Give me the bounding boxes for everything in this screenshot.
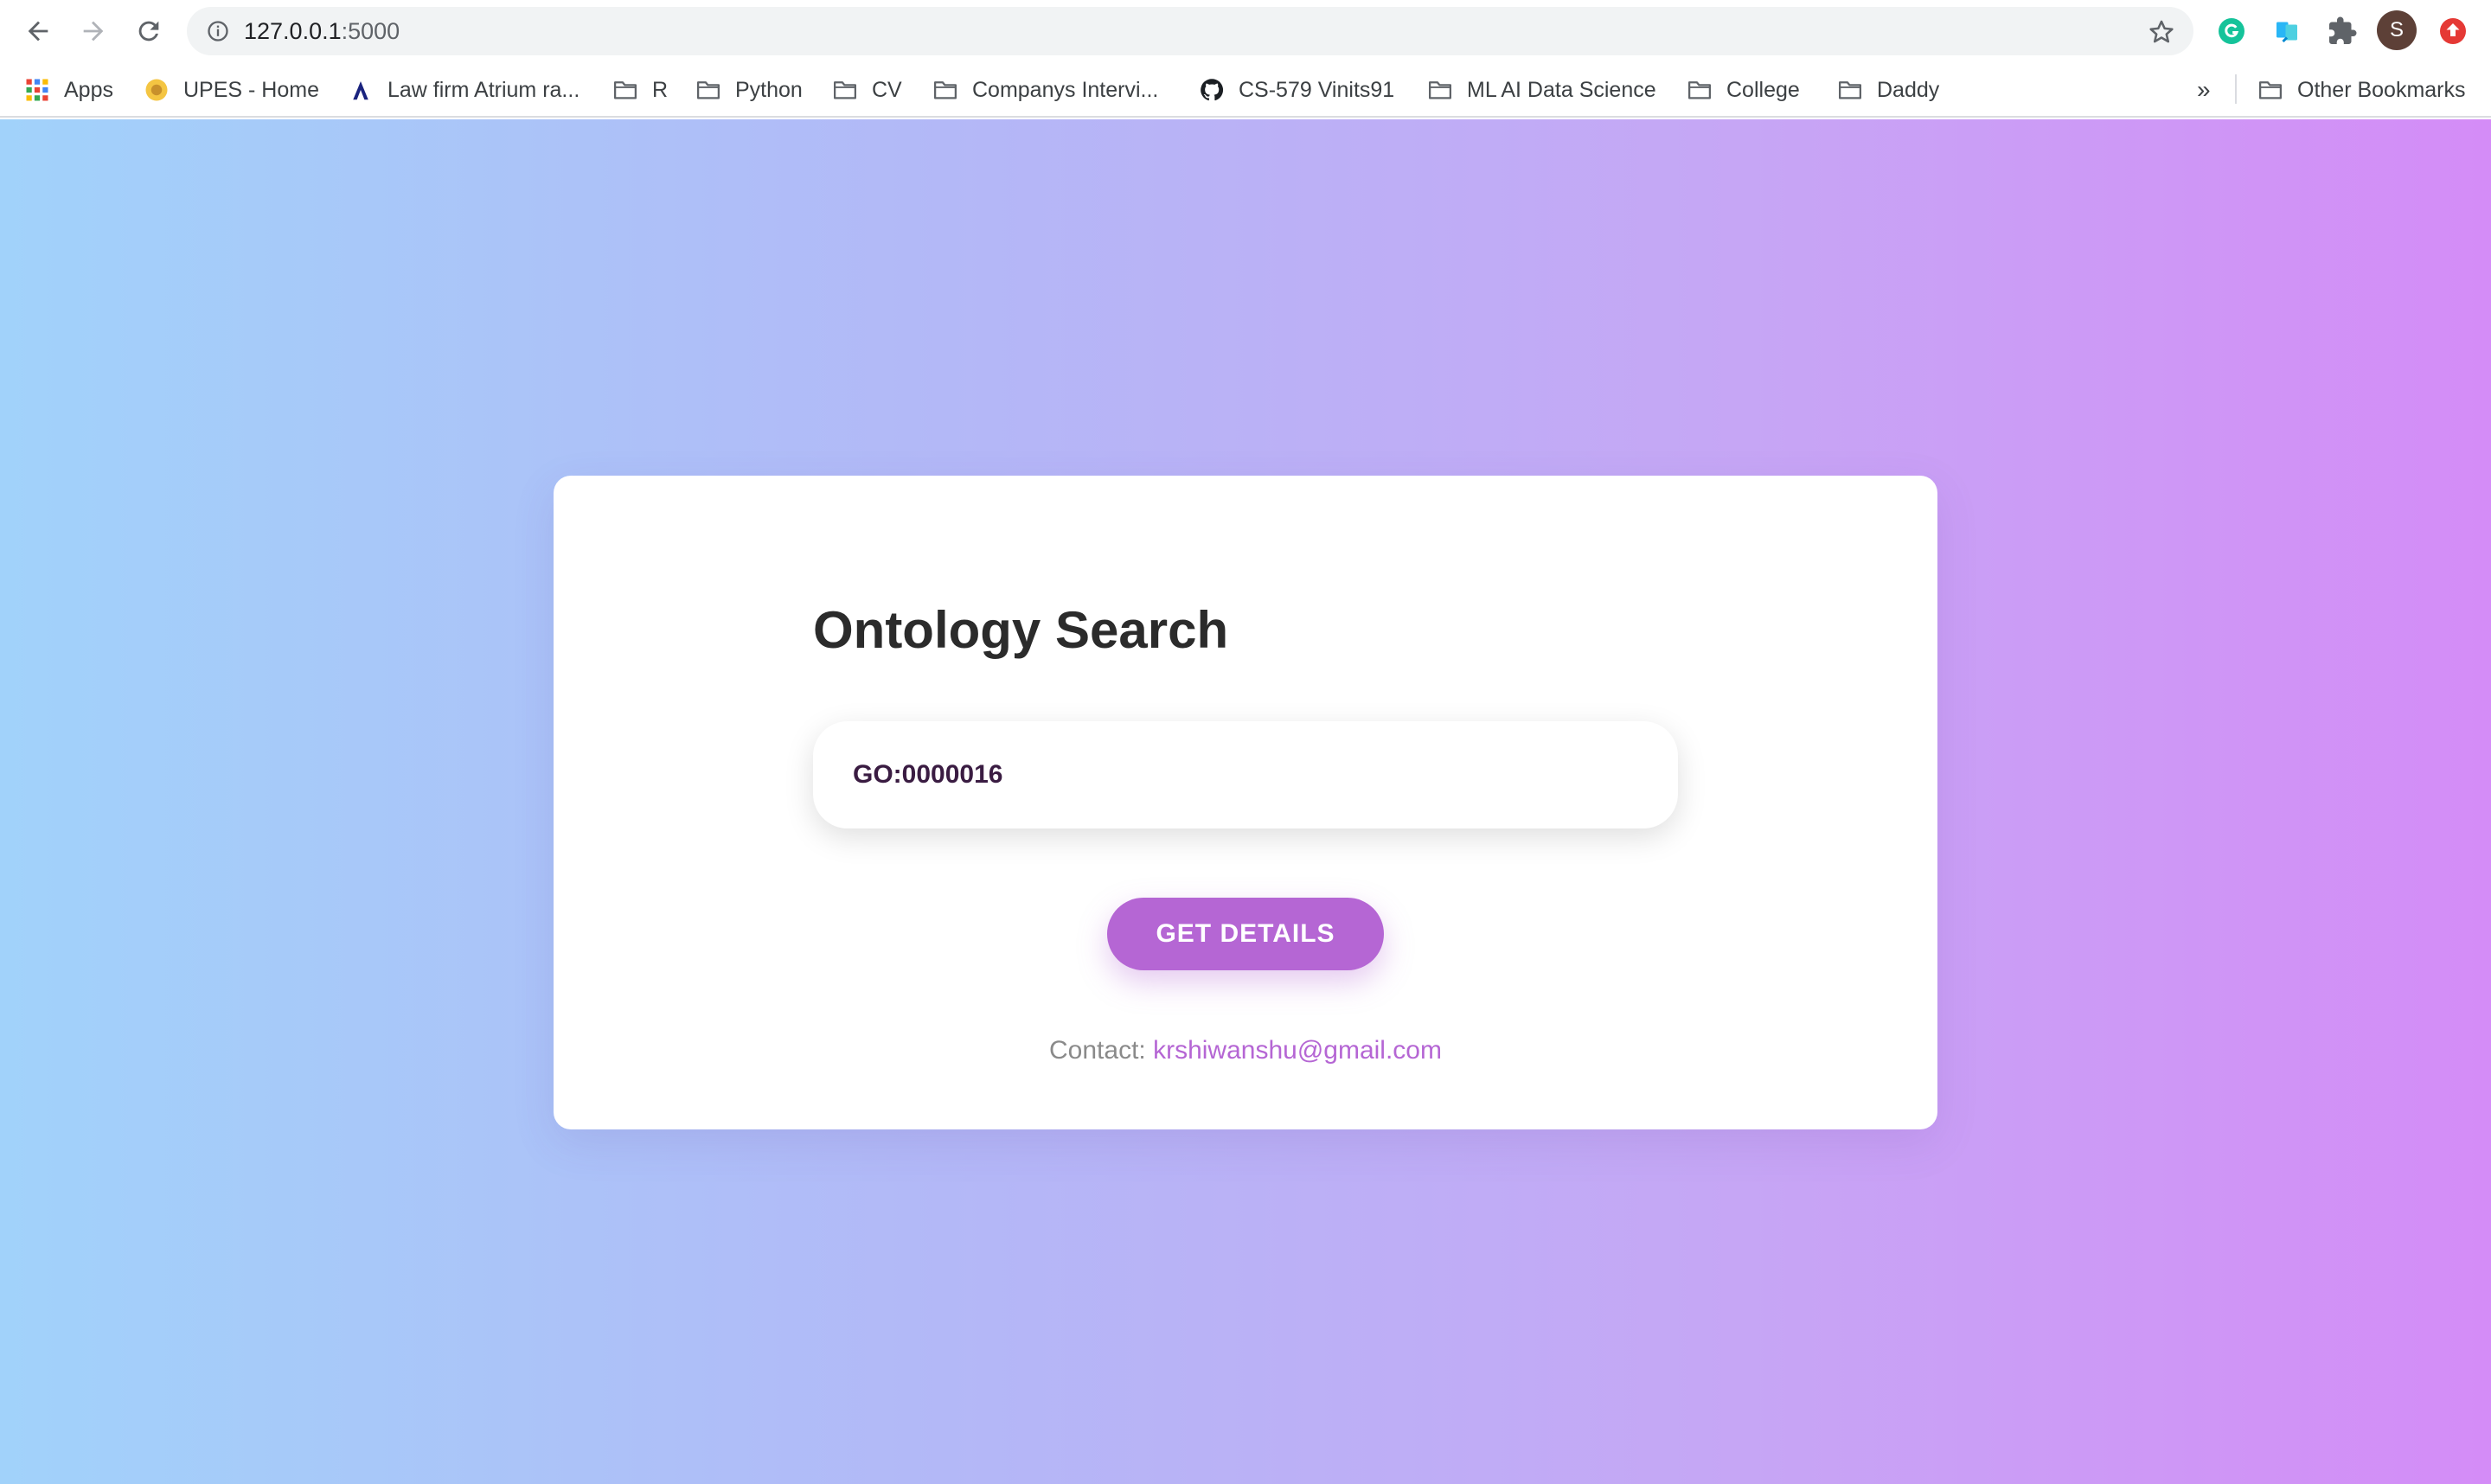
folder-icon <box>1837 77 1863 103</box>
contact-line: Contact: krshiwanshu@gmail.com <box>554 1036 1937 1065</box>
bookmark-star-icon[interactable] <box>2147 17 2176 47</box>
search-field-container <box>813 721 1678 828</box>
bookmark-folder-r[interactable]: R <box>612 62 668 118</box>
bookmark-folder-cv[interactable]: CV <box>832 62 902 118</box>
translate-extension-button[interactable] <box>2268 12 2306 50</box>
puzzle-piece-icon <box>2329 16 2357 44</box>
bookmark-label: Python <box>735 77 803 102</box>
more-bookmarks-chevron[interactable]: » <box>2197 62 2211 118</box>
get-details-button[interactable]: GET DETAILS <box>1107 898 1384 970</box>
bookmark-label: CS-579 Vinits91 <box>1239 77 1395 102</box>
page-background: Ontology Search GET DETAILS Contact: krs… <box>0 119 2491 1484</box>
browser-toolbar: 127.0.0.1:5000 S <box>0 0 2491 62</box>
bookmarks-divider <box>2235 74 2237 104</box>
grammarly-icon <box>2219 18 2244 44</box>
folder-icon <box>2257 77 2283 103</box>
folder-icon <box>932 77 958 103</box>
ontology-search-input[interactable] <box>853 721 1631 828</box>
contact-label: Contact: <box>1049 1036 1154 1065</box>
url-host: 127.0.0.1 <box>244 18 342 44</box>
bookmark-label: ML AI Data Science <box>1467 77 1656 102</box>
translate-extension-icon <box>2276 22 2297 43</box>
bookmark-apps[interactable]: Apps <box>24 62 113 118</box>
url-text[interactable]: 127.0.0.1:5000 <box>244 7 400 55</box>
bookmark-folder-ml-ai[interactable]: ML AI Data Science <box>1427 62 1656 118</box>
contact-email-link[interactable]: krshiwanshu@gmail.com <box>1153 1036 1442 1065</box>
bookmark-cs-579[interactable]: CS-579 Vinits91 <box>1199 62 1394 118</box>
search-card: Ontology Search GET DETAILS Contact: krs… <box>554 476 1937 1129</box>
bookmark-label: R <box>652 77 669 102</box>
bookmark-upes-home[interactable]: UPES - Home <box>144 62 319 118</box>
folder-icon <box>612 77 638 103</box>
bookmarks-bar: Apps UPES - Home Law firm Atrium ra... R… <box>0 62 2491 118</box>
address-bar[interactable]: 127.0.0.1:5000 <box>187 7 2193 55</box>
bookmark-label: Daddy <box>1877 77 1940 102</box>
bookmark-label: UPES - Home <box>183 77 319 102</box>
bookmark-folder-daddy[interactable]: Daddy <box>1837 62 1939 118</box>
update-extension-button[interactable] <box>2434 12 2472 50</box>
upes-favicon-icon <box>144 77 170 103</box>
folder-icon <box>832 77 858 103</box>
profile-avatar[interactable]: S <box>2377 10 2417 50</box>
back-arrow-icon <box>28 21 48 42</box>
forward-arrow-icon <box>83 21 104 42</box>
bookmark-law-firm-atrium[interactable]: Law firm Atrium ra... <box>348 62 580 118</box>
bookmark-folder-college[interactable]: College <box>1687 62 1800 118</box>
grammarly-extension-button[interactable] <box>2212 12 2251 50</box>
other-bookmarks-folder[interactable]: Other Bookmarks <box>2257 62 2466 118</box>
url-port: :5000 <box>341 18 400 44</box>
forward-button[interactable] <box>73 10 114 52</box>
extensions-button[interactable] <box>2323 12 2361 50</box>
reload-icon <box>138 21 159 42</box>
page-title: Ontology Search <box>813 601 1229 659</box>
apps-grid-icon <box>24 77 50 103</box>
bookmark-label: Other Bookmarks <box>2297 77 2466 102</box>
bookmark-label: College <box>1726 77 1800 102</box>
bookmark-label: CV <box>872 77 902 102</box>
bookmark-label: Apps <box>64 77 113 102</box>
folder-icon <box>1687 77 1713 103</box>
folder-icon <box>695 77 721 103</box>
red-upload-icon <box>2440 18 2466 44</box>
folder-icon <box>1427 77 1453 103</box>
bookmark-folder-companys-interview[interactable]: Companys Intervi... <box>932 62 1158 118</box>
github-icon <box>1199 77 1225 103</box>
atrium-favicon-icon <box>348 77 374 103</box>
bookmark-folder-python[interactable]: Python <box>695 62 803 118</box>
bookmark-label: Companys Intervi... <box>972 77 1159 102</box>
back-button[interactable] <box>17 10 59 52</box>
site-info-icon[interactable] <box>206 19 230 43</box>
bookmark-label: Law firm Atrium ra... <box>387 77 580 102</box>
reload-button[interactable] <box>128 10 170 52</box>
